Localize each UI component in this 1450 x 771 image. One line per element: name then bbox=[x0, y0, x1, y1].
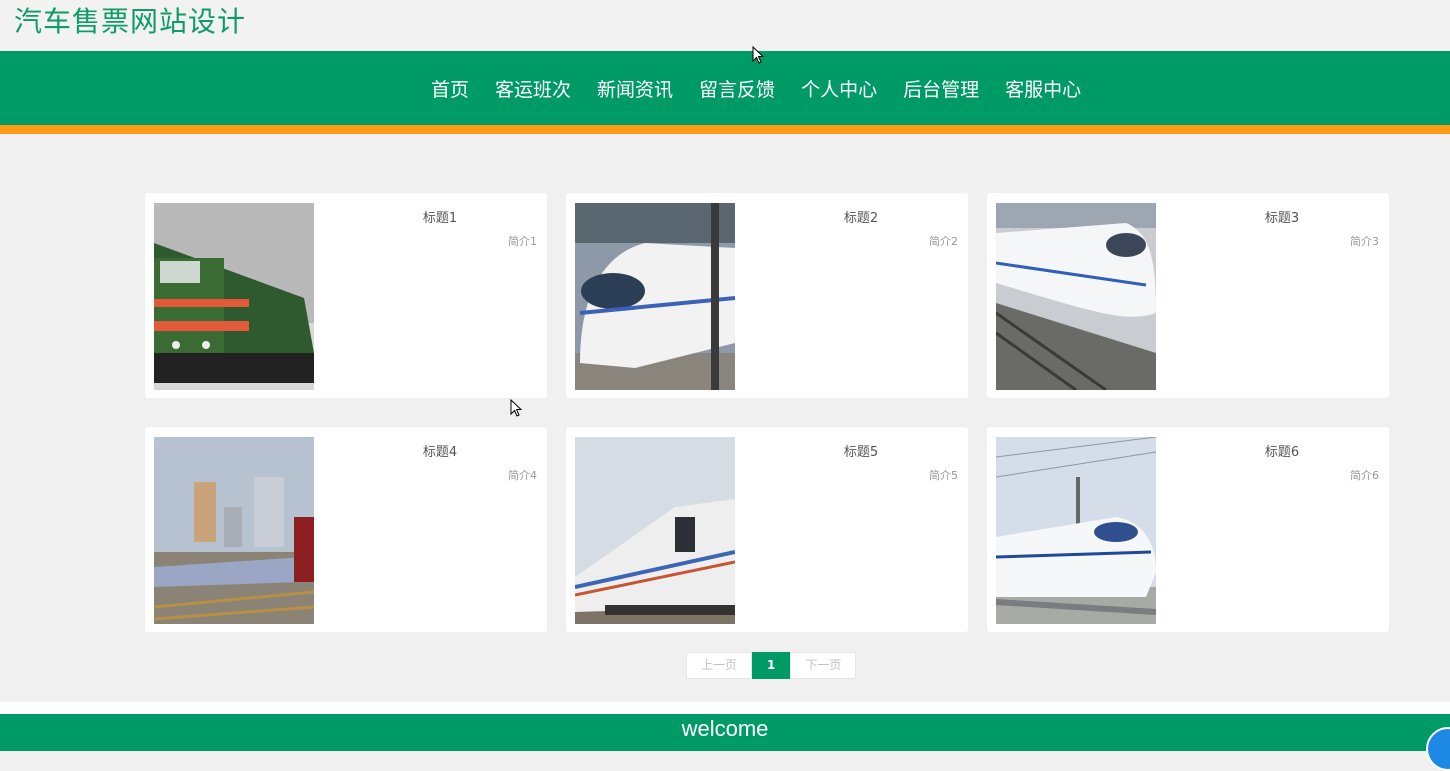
card-title[interactable]: 标题2 bbox=[754, 207, 968, 226]
card-desc: 简介5 bbox=[929, 469, 958, 482]
nav-item-admin[interactable]: 后台管理 bbox=[890, 75, 992, 102]
card-desc: 简介4 bbox=[508, 469, 537, 482]
card-image-city-train[interactable] bbox=[154, 437, 314, 624]
site-header: 汽车售票网站设计 bbox=[0, 0, 1450, 51]
nav-accent-stripe bbox=[0, 125, 1450, 134]
card-desc: 简介2 bbox=[929, 235, 958, 248]
card-image-crh-train[interactable] bbox=[996, 437, 1156, 624]
news-card[interactable]: 标题3 简介3 bbox=[987, 193, 1389, 398]
nav-item-feedback[interactable]: 留言反馈 bbox=[686, 75, 788, 102]
mouse-cursor-icon bbox=[510, 399, 522, 417]
card-title[interactable]: 标题5 bbox=[754, 441, 968, 460]
news-card[interactable]: 标题4 简介4 bbox=[145, 427, 547, 632]
card-image-green-locomotive[interactable] bbox=[154, 203, 314, 390]
card-image-white-train[interactable] bbox=[575, 203, 735, 390]
mouse-cursor-icon bbox=[752, 46, 764, 64]
site-title: 汽车售票网站设计 bbox=[14, 5, 247, 38]
prev-page-button[interactable]: 上一页 bbox=[686, 652, 753, 679]
news-card[interactable]: 标题5 简介5 bbox=[566, 427, 968, 632]
card-image-white-locomotive[interactable] bbox=[575, 437, 735, 624]
card-desc: 简介1 bbox=[508, 235, 537, 248]
nav-item-profile[interactable]: 个人中心 bbox=[788, 75, 890, 102]
next-page-button[interactable]: 下一页 bbox=[790, 652, 857, 679]
nav-item-support[interactable]: 客服中心 bbox=[992, 75, 1094, 102]
nav-item-news[interactable]: 新闻资讯 bbox=[584, 75, 686, 102]
pagination: 上一页 1 下一页 bbox=[686, 652, 857, 679]
news-card[interactable]: 标题1 简介1 bbox=[145, 193, 547, 398]
card-desc: 简介6 bbox=[1350, 469, 1379, 482]
footer-welcome-text: welcome bbox=[681, 716, 769, 741]
card-title[interactable]: 标题4 bbox=[333, 441, 547, 460]
card-desc: 简介3 bbox=[1350, 235, 1379, 248]
nav-item-home[interactable]: 首页 bbox=[418, 75, 482, 102]
footer: welcome bbox=[0, 714, 1450, 751]
card-image-bullet-train-tracks[interactable] bbox=[996, 203, 1156, 390]
main-nav: 首页 客运班次 新闻资讯 留言反馈 个人中心 后台管理 客服中心 bbox=[0, 51, 1450, 125]
news-card[interactable]: 标题6 简介6 bbox=[987, 427, 1389, 632]
nav-item-schedules[interactable]: 客运班次 bbox=[482, 75, 584, 102]
card-title[interactable]: 标题1 bbox=[333, 207, 547, 226]
card-title[interactable]: 标题6 bbox=[1175, 441, 1389, 460]
current-page-button[interactable]: 1 bbox=[752, 652, 791, 679]
card-title[interactable]: 标题3 bbox=[1175, 207, 1389, 226]
footer-gap bbox=[0, 702, 1450, 714]
news-card[interactable]: 标题2 简介2 bbox=[566, 193, 968, 398]
